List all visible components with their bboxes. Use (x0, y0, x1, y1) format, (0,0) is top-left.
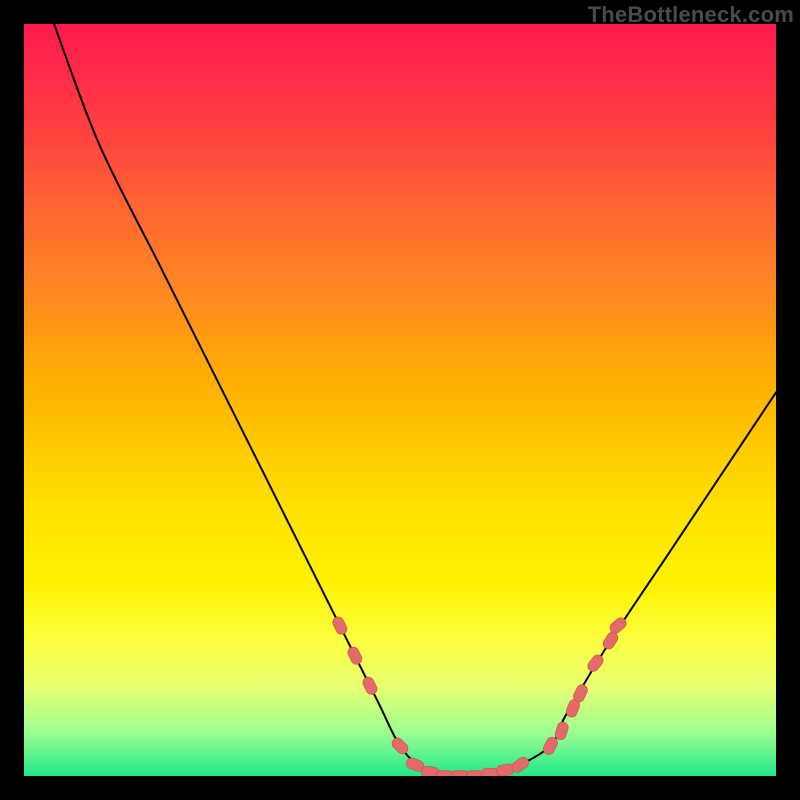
curve-layer (54, 24, 776, 776)
highlight-marker (390, 736, 411, 757)
chart-svg (24, 24, 776, 776)
watermark-text: TheBottleneck.com (588, 2, 794, 28)
bottleneck-curve (54, 24, 776, 776)
plot-area (24, 24, 776, 776)
highlight-marker (331, 615, 349, 636)
highlight-marker (586, 653, 606, 674)
highlight-marker (346, 645, 364, 666)
highlight-marker (361, 675, 379, 696)
chart-frame: TheBottleneck.com (0, 0, 800, 800)
